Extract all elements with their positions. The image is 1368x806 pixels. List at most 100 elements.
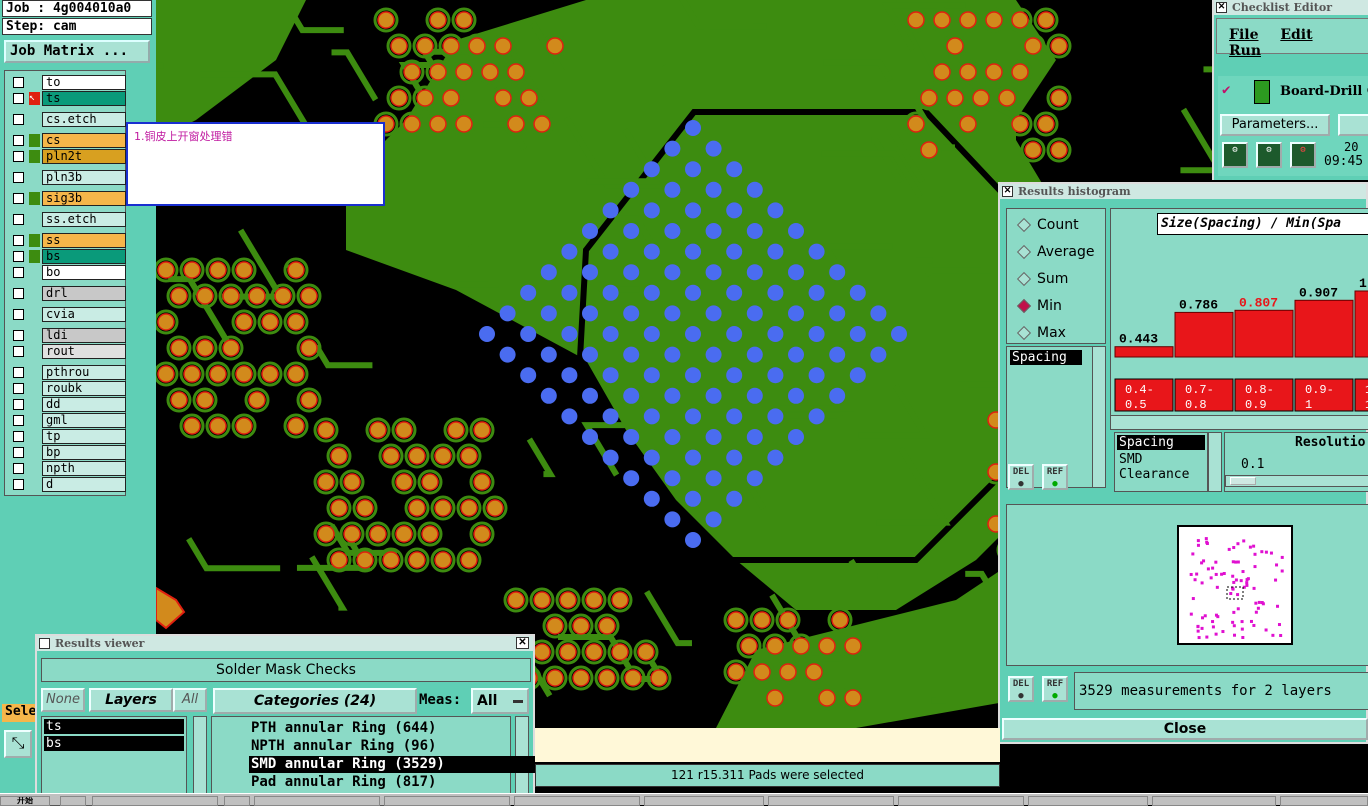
layer-color-swatch[interactable] [29,76,40,89]
window-close-icon[interactable]: ✕ [1216,2,1227,13]
layers-button[interactable]: Layers [89,688,173,712]
ref-button[interactable]: REF ● [1042,464,1068,490]
layer-row-tp[interactable]: tp [9,429,127,444]
ref-button-bottom[interactable]: REF ● [1042,676,1068,702]
mode-radio-count[interactable]: Count [1013,213,1109,237]
result-layer-ts[interactable]: ts [44,719,184,734]
resize-icon[interactable]: ⤡ [4,730,32,758]
layer-row-sig3b[interactable]: sig3b [9,191,127,206]
meas-select[interactable]: All [471,688,529,714]
layer-row-bp[interactable]: bp [9,445,127,460]
layer-checkbox[interactable] [13,151,24,162]
second-button[interactable] [1338,114,1368,136]
layer-color-swatch[interactable] [29,113,40,126]
result-layer-bs[interactable]: bs [44,736,184,751]
del-button-bottom[interactable]: DEL ● [1008,676,1034,702]
layer-checkbox[interactable] [13,309,24,320]
layer-row-cs-etch[interactable]: cs.etch [9,112,127,127]
layer-checkbox[interactable] [13,235,24,246]
mode-radio-max[interactable]: Max [1013,321,1109,345]
close-button[interactable]: Close [1002,718,1368,740]
histogram-bar[interactable] [1294,299,1354,358]
affected-layer-icon[interactable]: ↖ [29,92,40,105]
histogram-bar[interactable] [1114,346,1174,358]
layer-checkbox[interactable] [13,77,24,88]
run-icon[interactable]: ⚙ [1222,142,1248,168]
layer-row-cs[interactable]: cs [9,133,127,148]
menu-file[interactable]: File [1229,27,1258,43]
layer-name[interactable]: gml [42,413,126,428]
layer-checkbox[interactable] [13,193,24,204]
layer-checkbox[interactable] [13,367,24,378]
layer-checkbox[interactable] [13,330,24,341]
layer-name[interactable]: pln3b [42,170,126,185]
layer-name[interactable]: sig3b [42,191,126,206]
layer-name[interactable]: roubk [42,381,126,396]
menu-run[interactable]: Run [1229,43,1261,59]
layer-row-d[interactable]: d [9,477,127,492]
layer-name[interactable]: rout [42,344,126,359]
layer-name[interactable]: cvia [42,307,126,322]
layer-name[interactable]: ts [42,91,126,106]
layer-checkbox[interactable] [13,431,24,442]
layer-row-ldi[interactable]: ldi [9,328,127,343]
layer-color-swatch[interactable] [29,234,40,247]
histogram-bar[interactable] [1354,290,1368,358]
layer-row-to[interactable]: to [9,75,127,90]
all-button[interactable]: All [173,688,207,712]
layer-color-swatch[interactable] [29,345,40,358]
resolution-slider[interactable] [1225,475,1368,487]
layer-checkbox[interactable] [13,346,24,357]
layer-color-swatch[interactable] [29,287,40,300]
parameters-button[interactable]: Parameters... [1220,114,1330,136]
layer-row-dd[interactable]: dd [9,397,127,412]
category-row[interactable]: SMD annular Ring (3529) [249,756,545,773]
histogram-bar[interactable] [1174,311,1234,358]
categories-button[interactable]: Categories (24) [213,688,417,714]
close-icon[interactable]: ✕ [516,637,529,649]
layer-row-bs[interactable]: bs [9,249,127,264]
layer-checkbox[interactable] [13,383,24,394]
layer-checkbox[interactable] [13,479,24,490]
layer-checkbox[interactable] [13,135,24,146]
type-list[interactable]: Spacing SMD Clearance [1114,432,1208,492]
measure-list-scrollbar[interactable] [1092,346,1106,488]
layer-checkbox[interactable] [13,399,24,410]
layer-row-ts[interactable]: ↖ ts [9,91,127,106]
layer-checkbox[interactable] [13,214,24,225]
layer-color-swatch[interactable] [29,366,40,379]
stop-icon[interactable]: ⚙ [1290,142,1316,168]
resolution-slider-thumb[interactable] [1230,477,1256,485]
layer-row-ss[interactable]: ss [9,233,127,248]
layer-color-swatch[interactable] [29,134,40,147]
mode-radio-average[interactable]: Average [1013,240,1109,264]
layer-name[interactable]: cs.etch [42,112,126,127]
layer-color-swatch[interactable] [29,398,40,411]
layer-checkbox[interactable] [13,288,24,299]
check-mark-icon[interactable]: ✔ [1222,82,1230,98]
layer-color-swatch[interactable] [29,446,40,459]
category-row[interactable]: Pad annular Ring (817) [249,774,545,791]
layer-color-swatch[interactable] [29,430,40,443]
type-list-scrollbar[interactable] [1208,432,1222,492]
layer-name[interactable]: bo [42,265,126,280]
layer-name[interactable]: tp [42,429,126,444]
layer-color-swatch[interactable] [29,192,40,205]
checklist-title-bar[interactable]: ✕ Checklist Editor [1214,0,1368,15]
layer-name[interactable]: ss.etch [42,212,126,227]
layer-row-ss-etch[interactable]: ss.etch [9,212,127,227]
layer-name[interactable]: pthrou [42,365,126,380]
layer-color-swatch[interactable] [29,213,40,226]
chart-scrollbar[interactable] [1111,415,1368,429]
layer-checkbox[interactable] [13,463,24,474]
layer-row-gml[interactable]: gml [9,413,127,428]
layer-color-swatch[interactable] [29,462,40,475]
layer-color-swatch[interactable] [29,266,40,279]
layer-name[interactable]: ss [42,233,126,248]
layer-color-swatch[interactable] [29,171,40,184]
measurement-minimap[interactable] [1177,525,1293,645]
layer-color-swatch[interactable] [29,250,40,263]
layer-checkbox[interactable] [13,447,24,458]
layer-checkbox[interactable] [13,267,24,278]
layer-row-drl[interactable]: drl [9,286,127,301]
